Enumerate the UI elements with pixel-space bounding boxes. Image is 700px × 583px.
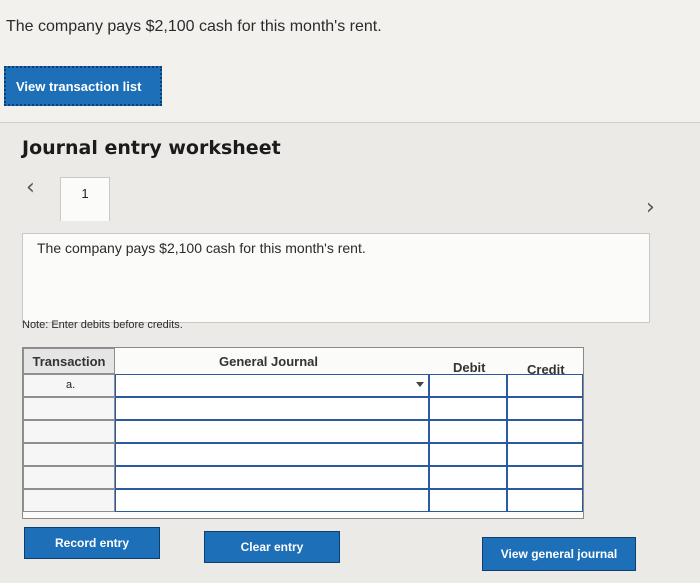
credit-input[interactable]	[507, 374, 583, 397]
transaction-cell	[23, 489, 115, 512]
debit-input[interactable]	[429, 420, 507, 443]
note-text: Note: Enter debits before credits.	[22, 319, 183, 331]
transaction-cell: a.	[23, 374, 115, 397]
account-select[interactable]	[115, 374, 429, 397]
credit-input[interactable]	[507, 489, 583, 512]
account-select[interactable]	[115, 489, 429, 512]
header-general-journal: General Journal	[219, 354, 318, 369]
transaction-cell	[23, 466, 115, 489]
chevron-left-icon[interactable]: ‹	[26, 175, 35, 200]
view-general-journal-button[interactable]: View general journal	[482, 537, 636, 571]
account-select[interactable]	[115, 466, 429, 489]
header-transaction: Transaction	[23, 348, 115, 374]
transaction-description: The company pays $2,100 cash for this mo…	[37, 240, 366, 256]
debit-input[interactable]	[429, 397, 507, 420]
clear-entry-button[interactable]: Clear entry	[204, 531, 340, 563]
credit-input[interactable]	[507, 443, 583, 466]
transaction-cell	[23, 397, 115, 420]
transaction-cell	[23, 420, 115, 443]
account-select[interactable]	[115, 443, 429, 466]
question-text: The company pays $2,100 cash for this mo…	[6, 18, 382, 35]
chevron-down-icon[interactable]	[416, 382, 424, 387]
tab-1[interactable]: 1	[60, 177, 110, 221]
table-row	[23, 397, 583, 420]
chevron-right-icon[interactable]: ›	[646, 195, 655, 220]
table-row	[23, 489, 583, 512]
worksheet-title: Journal entry worksheet	[22, 137, 281, 159]
debit-input[interactable]	[429, 374, 507, 397]
debit-input[interactable]	[429, 489, 507, 512]
transaction-cell	[23, 443, 115, 466]
table-row: a.	[23, 374, 583, 397]
debit-input[interactable]	[429, 443, 507, 466]
journal-table: Transaction General Journal Debit Credit…	[22, 347, 584, 519]
table-row	[23, 420, 583, 443]
credit-input[interactable]	[507, 397, 583, 420]
table-row	[23, 443, 583, 466]
account-select[interactable]	[115, 420, 429, 443]
record-entry-button[interactable]: Record entry	[24, 527, 160, 559]
credit-input[interactable]	[507, 420, 583, 443]
debit-input[interactable]	[429, 466, 507, 489]
account-select[interactable]	[115, 397, 429, 420]
transaction-description-box: The company pays $2,100 cash for this mo…	[22, 233, 650, 323]
journal-worksheet-panel: Journal entry worksheet ‹ 1 › The compan…	[0, 122, 700, 583]
credit-input[interactable]	[507, 466, 583, 489]
view-transaction-list-button[interactable]: View transaction list	[4, 66, 162, 106]
table-row	[23, 466, 583, 489]
header-debit: Debit	[453, 360, 486, 375]
